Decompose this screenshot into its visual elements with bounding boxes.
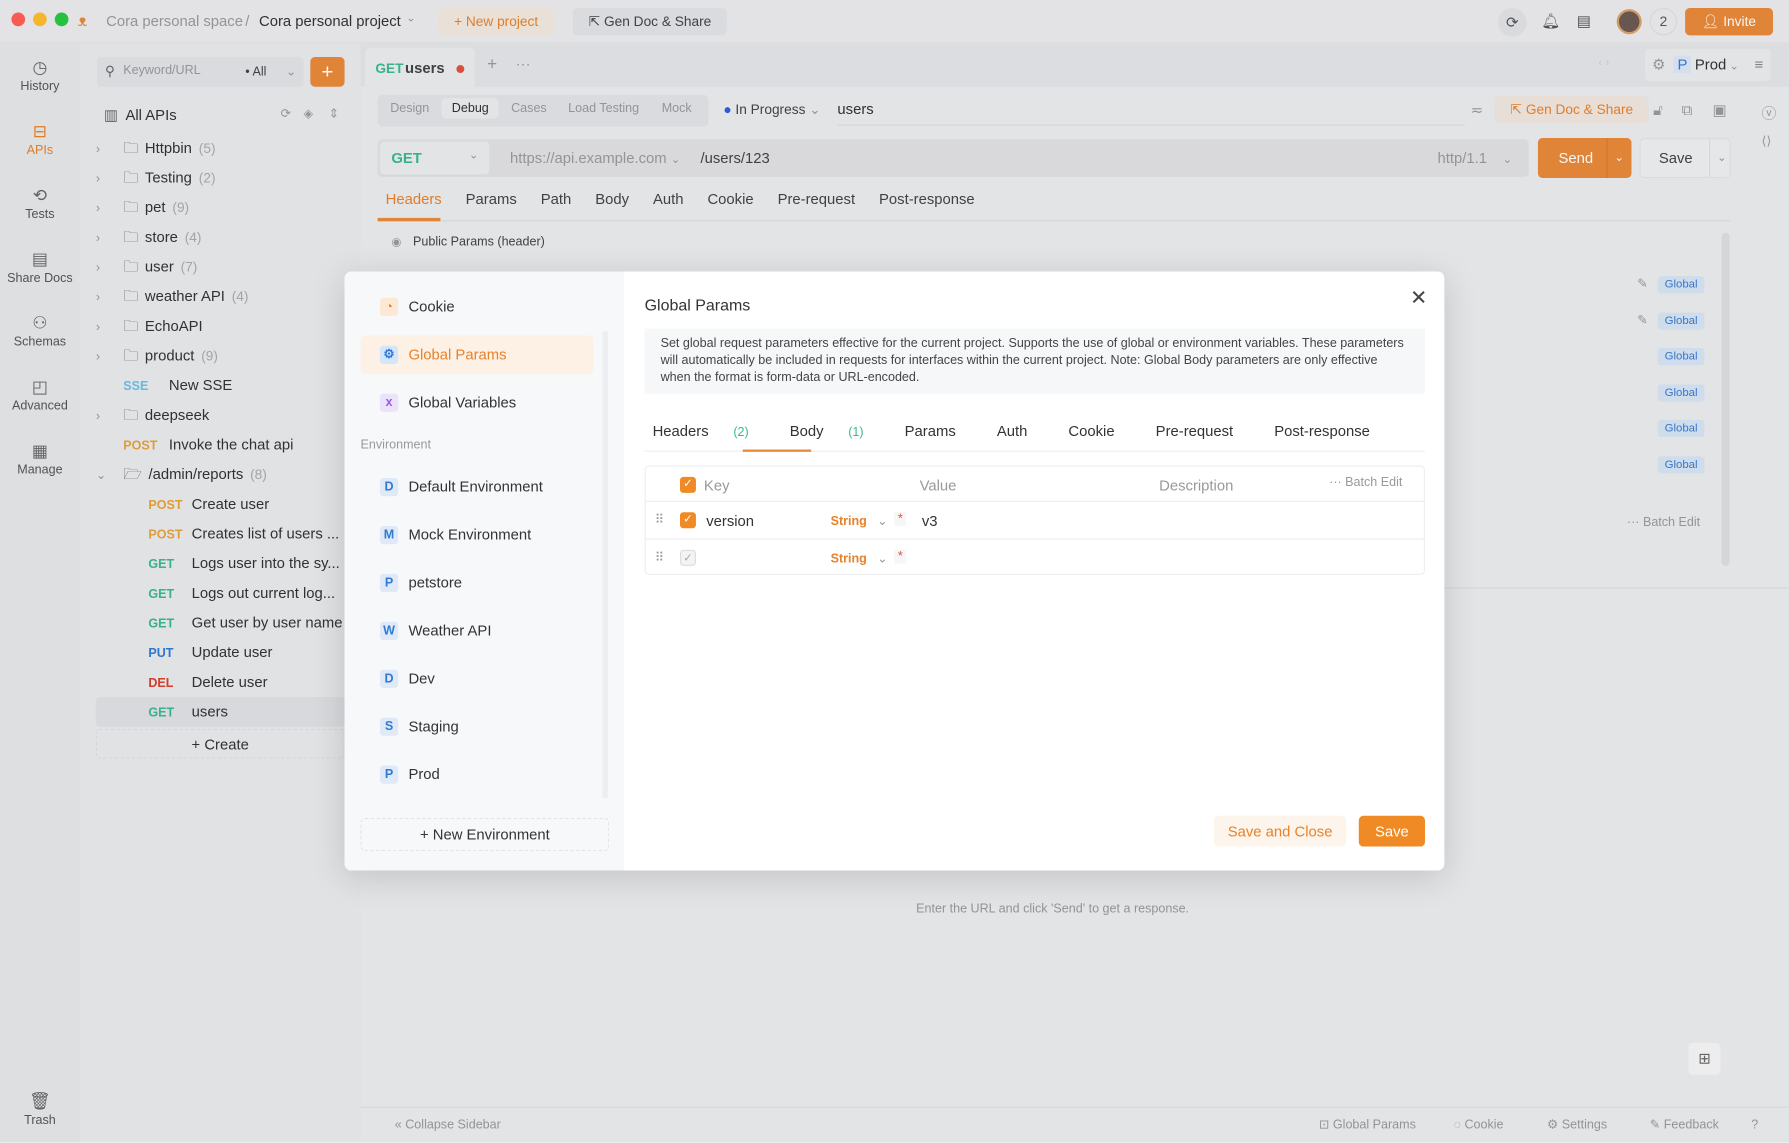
environment-heading: Environment [360, 438, 431, 452]
env-label: petstore [408, 573, 463, 591]
table-header: ✓ Key Value Description ··· Batch Edit [645, 467, 1424, 502]
active-tab-underline [742, 449, 812, 452]
tab-label: Body [789, 422, 824, 440]
dialog-tab-cookie[interactable]: Cookie [1068, 422, 1135, 439]
env-item[interactable]: W Weather API [361, 612, 594, 651]
type-select[interactable]: String ⌄ [831, 551, 888, 566]
global-params-icon: ⚙ [379, 345, 399, 364]
required-icon[interactable]: * [894, 549, 907, 564]
env-label: Mock Environment [408, 525, 532, 544]
env-letter-icon: S [379, 717, 399, 736]
menu-label: Global Variables [408, 393, 517, 411]
save-and-close-button[interactable]: Save and Close [1213, 815, 1347, 847]
tab-label: Pre-request [1155, 422, 1234, 440]
dialog-description: Set global request parameters effective … [644, 328, 1425, 394]
key-input[interactable]: version [706, 512, 754, 529]
env-letter-icon: D [379, 478, 399, 497]
env-letter-icon: D [379, 669, 399, 688]
env-label: Dev [408, 669, 435, 687]
dialog-save-button[interactable]: Save [1358, 815, 1425, 847]
env-label: Default Environment [408, 478, 543, 496]
dialog-tab-post-response[interactable]: Post-response [1274, 422, 1390, 439]
tab-label: Cookie [1068, 422, 1115, 440]
dialog-sidebar: ◔ Cookie ⚙ Global Params x Global Variables E… [344, 271, 625, 871]
tab-label: Params [904, 422, 956, 440]
menu-cookie[interactable]: ◔ Cookie [361, 288, 594, 327]
menu-label: Cookie [408, 297, 455, 315]
global-variables-icon: x [379, 393, 399, 412]
dialog-tab-auth[interactable]: Auth [997, 422, 1048, 439]
drag-handle-icon[interactable]: ⠿ [655, 512, 664, 527]
row-checkbox[interactable]: ✓ [679, 549, 696, 566]
type-value: String [830, 514, 867, 529]
dialog-tabs: Headers (2) Body (1) Params Auth Cookie Pre-r… [653, 422, 1411, 439]
env-label: Staging [408, 717, 459, 735]
menu-label: Global Params [408, 345, 507, 363]
dialog-tab-body[interactable]: Body (1) [790, 422, 884, 439]
column-key: Key [703, 476, 730, 495]
tab-count: (1) [848, 425, 864, 440]
env-item[interactable]: Ppetstore [361, 564, 594, 603]
cookie-icon: ◔ [379, 297, 399, 317]
env-item[interactable]: D Default Environment [361, 468, 594, 507]
column-description: Description [1159, 476, 1234, 495]
new-env-label: New Environment [432, 826, 550, 844]
value-input[interactable]: v3 [922, 512, 938, 529]
type-value: String [830, 552, 867, 566]
select-all-checkbox[interactable]: ✓ [679, 476, 696, 493]
dialog-title: Global Params [644, 295, 751, 314]
close-icon[interactable]: ✕ [1410, 286, 1427, 310]
env-label: Prod [408, 765, 440, 783]
tab-label: Headers [652, 422, 709, 440]
env-item[interactable]: S Staging [361, 707, 594, 746]
row-checkbox[interactable]: ✓ [679, 512, 696, 529]
dialog-tab-pre-request[interactable]: Pre-request [1156, 422, 1254, 439]
env-letter-icon: P [379, 573, 399, 593]
body-params-table: ✓ Key Value Description ··· Batch Edit ⠿… [644, 465, 1425, 578]
type-select[interactable]: String ⌄ [830, 513, 888, 529]
drag-handle-icon[interactable]: ⠿ [655, 550, 664, 565]
dialog-tab-headers[interactable]: Headers (2) [653, 422, 770, 439]
menu-global-variables[interactable]: x Global Variables [361, 383, 594, 422]
tab-count: (2) [733, 425, 749, 440]
new-environment-button[interactable]: + New Environment [360, 818, 610, 852]
batch-edit-button[interactable]: ··· Batch Edit [1329, 476, 1402, 490]
table-row: ⠿ ✓ version String ⌄ * v3 [645, 502, 1424, 540]
env-letter-icon: W [379, 621, 399, 641]
global-params-dialog: ◔ Cookie ⚙ Global Params x Global Variables E… [344, 271, 1445, 871]
required-icon[interactable]: * [894, 512, 907, 526]
sidebar-scrollbar[interactable] [602, 330, 609, 799]
batch-edit-label: Batch Edit [1345, 475, 1403, 490]
tab-label: Auth [996, 422, 1028, 440]
env-item[interactable]: D Dev [361, 659, 594, 698]
env-letter-icon: P [379, 765, 399, 784]
env-label: Weather API [408, 621, 492, 639]
env-item[interactable]: M Mock Environment [361, 516, 594, 555]
env-item[interactable]: P Prod [361, 755, 594, 794]
table-row: ⠿ ✓ String ⌄ * [646, 540, 1424, 578]
tab-label: Post-response [1274, 422, 1370, 440]
menu-global-params[interactable]: ⚙ Global Params [360, 335, 594, 375]
dialog-tab-params[interactable]: Params [905, 422, 977, 439]
column-value: Value [919, 476, 957, 495]
env-letter-icon: M [379, 525, 399, 545]
